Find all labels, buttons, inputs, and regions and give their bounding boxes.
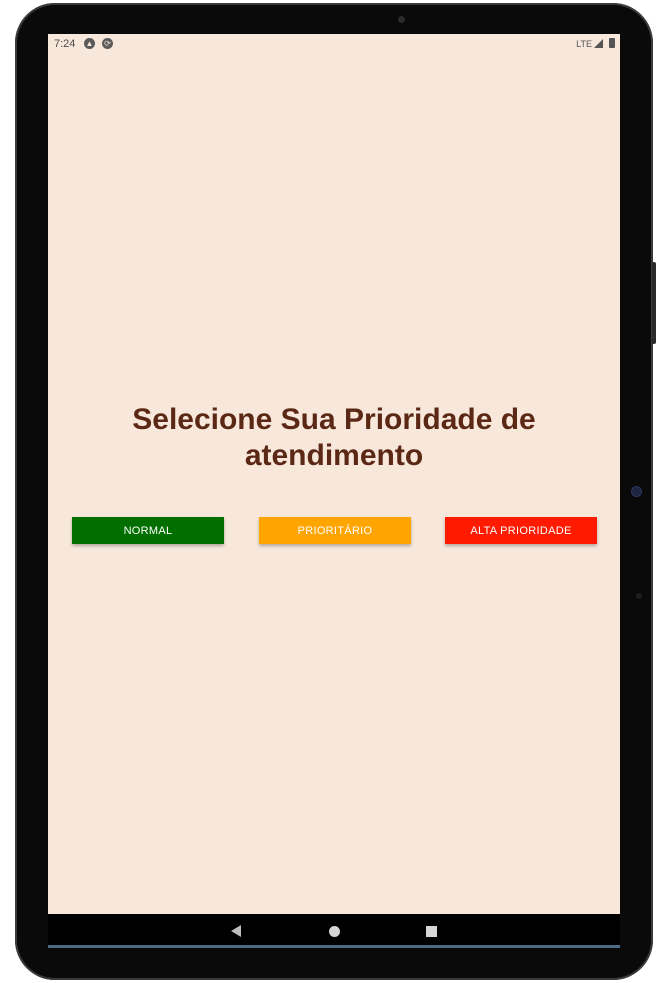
status-time: 7:24 xyxy=(54,38,76,50)
gesture-bar xyxy=(48,945,620,948)
signal-icon xyxy=(594,39,603,48)
sync-icon: ⟳ xyxy=(102,38,113,49)
page-title: Selecione Sua Prioridade de atendimento xyxy=(132,403,536,472)
network-type: LTE xyxy=(576,39,592,49)
normal-priority-button[interactable]: NORMAL xyxy=(72,517,224,544)
side-button xyxy=(652,262,656,344)
front-camera xyxy=(398,16,405,23)
navigation-bar xyxy=(48,914,620,946)
back-icon[interactable] xyxy=(231,925,241,937)
side-sensor xyxy=(632,487,641,496)
app-notification-icon: ▲ xyxy=(84,38,95,49)
app-screen: 7:24 ▲ ⟳ LTE Selecione Sua Prioridade de… xyxy=(48,34,620,914)
priority-button[interactable]: PRIORITÁRIO xyxy=(259,517,411,544)
battery-icon xyxy=(609,38,615,48)
high-priority-button[interactable]: ALTA PRIORIDADE xyxy=(445,517,597,544)
side-microphone xyxy=(636,593,642,599)
home-icon[interactable] xyxy=(329,926,340,937)
status-bar: 7:24 ▲ ⟳ LTE xyxy=(48,34,620,54)
recents-icon[interactable] xyxy=(426,926,437,937)
